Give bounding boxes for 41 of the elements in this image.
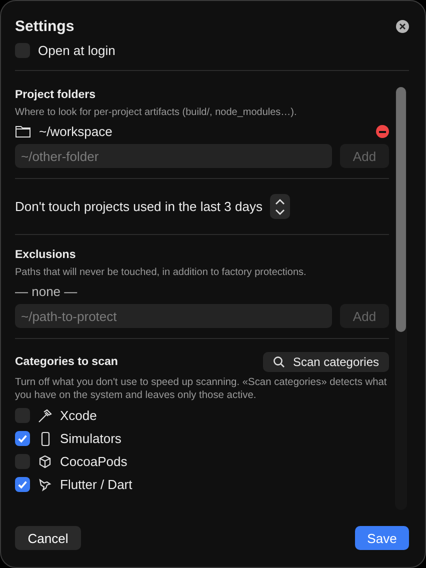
checkbox[interactable] [15,477,30,492]
checkbox[interactable] [15,454,30,469]
save-button[interactable]: Save [355,526,409,550]
window-title: Settings [15,18,74,34]
folder-path: ~/workspace [39,124,112,139]
checkbox[interactable] [15,408,30,423]
path-input[interactable]: ~/path-to-protect [15,304,332,328]
stepper[interactable] [270,194,290,219]
recent-days-label: Don't touch projects used in the last 3 days [15,199,262,214]
section-description: Turn off what you don't use to speed up scanning. «Scan categories» detects what you have on the system and leaves only those active. [15,376,388,402]
folder-icon [15,125,31,138]
chevrons-icon [274,196,286,216]
category-label: Xcode [60,408,97,423]
remove-button[interactable] [376,125,389,138]
section-title: Categories to scan [15,356,118,368]
close-button[interactable] [396,20,409,32]
checkbox[interactable] [15,431,30,446]
category-label: Flutter / Dart [60,477,132,492]
category-label: Simulators [60,431,122,446]
scrollbar[interactable] [395,87,407,510]
checkbox[interactable] [15,43,30,58]
minus-icon [379,130,386,132]
folder-input[interactable]: ~/other-folder [15,144,332,168]
section-description: Where to look for per-project artifacts (build/, node_modules…). [15,106,298,119]
empty-list-text: — none — [15,284,78,299]
cancel-button[interactable]: Cancel [15,526,81,550]
section-title: Exclusions [15,249,77,261]
hammer-icon [37,408,53,424]
checkmark-icon [17,479,28,490]
checkbox-label: Open at login [38,43,116,58]
add-button[interactable]: Add [340,304,389,328]
cube-icon [37,454,53,470]
close-icon [399,22,406,30]
search-icon [272,356,285,368]
scan-categories-button[interactable]: Scan categories [262,352,389,372]
section-description: Paths that will never be touched, in addition to factory protections. [15,266,308,279]
section-title: Project folders [15,89,97,101]
add-button[interactable]: Add [340,144,389,168]
checkmark-icon [17,433,28,444]
category-label: CocoaPods [60,454,128,469]
bird-icon [37,476,53,492]
